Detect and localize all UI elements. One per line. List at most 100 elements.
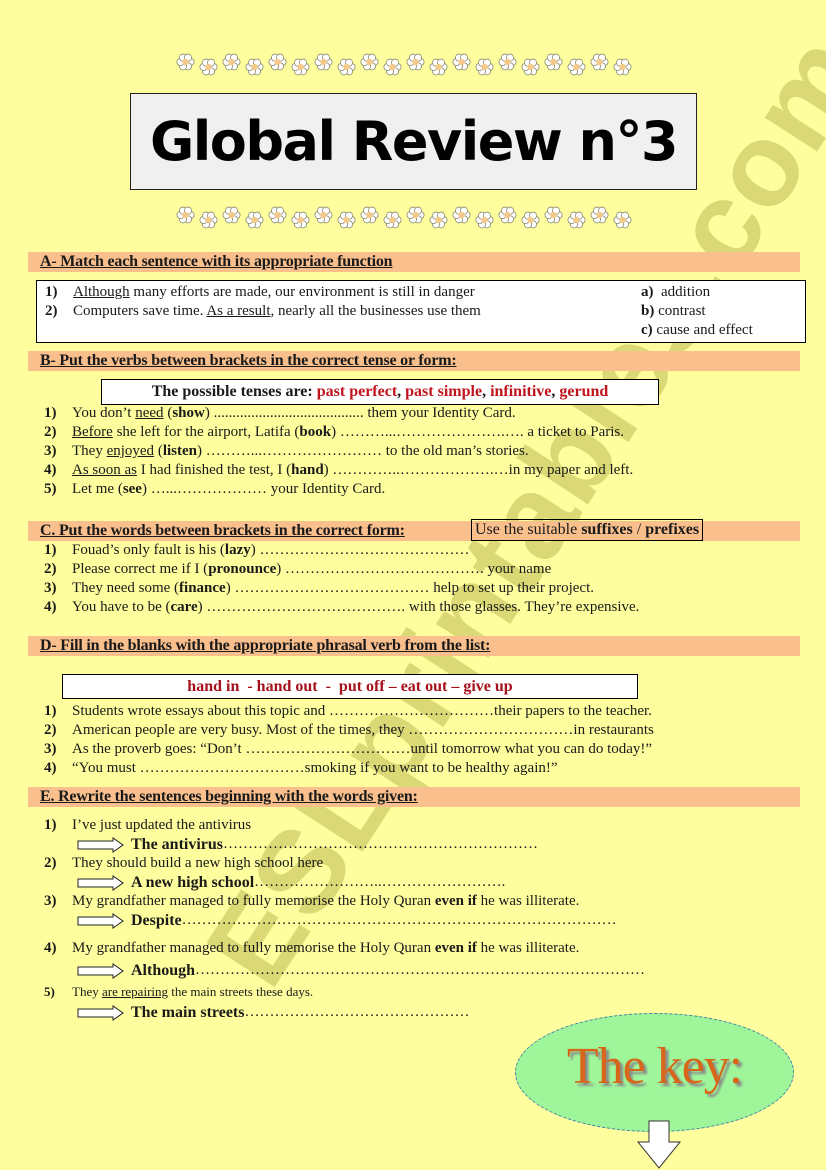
section-e-header: E. Rewrite the sentences beginning with … xyxy=(28,787,800,807)
section-e-item-2: 2) They should build a new high school he… xyxy=(44,854,323,873)
item-number: 1) xyxy=(44,817,57,833)
flower-border-top xyxy=(174,52,644,78)
tense: past simple xyxy=(405,383,483,400)
section-b-item-4: 4) As soon as I had finished the test, I … xyxy=(44,461,633,480)
item-number: 5) xyxy=(44,984,55,999)
flower-icon xyxy=(475,58,494,76)
sentence-text: ) ………...…………………… to the old man’s storie… xyxy=(196,443,529,459)
flower-icon xyxy=(613,58,632,76)
item-number: 2) xyxy=(44,722,57,738)
tenses-box: The possible tenses are: past perfect, p… xyxy=(101,379,659,405)
sentence-text: ) ………………………………… help to set up their pro… xyxy=(225,580,595,596)
sentence-text: You don’t xyxy=(72,405,136,421)
flower-icon xyxy=(314,53,333,71)
sentence-text: ( xyxy=(163,405,173,421)
item-number: 1) xyxy=(44,703,57,719)
sentence-text: ) …………………………………. with those glasses. The… xyxy=(197,599,640,615)
item-number: 3) xyxy=(44,580,57,596)
section-e-answer-4: Although ……………………………………………………………………………… xyxy=(77,961,645,980)
function-letter: b) xyxy=(641,303,655,319)
section-c-item-3: 3) They need some (finance) …………………………………… xyxy=(44,579,594,598)
phrasal-verbs-list: hand in - hand out - put off – eat out –… xyxy=(187,678,513,695)
key-label: The key: xyxy=(566,1038,743,1095)
section-b-header: B- Put the verbs between brackets in the… xyxy=(28,351,800,371)
item-number: 3) xyxy=(44,741,57,757)
sentence-text: ( xyxy=(154,443,163,459)
section-d-item-2: 2) American people are very busy. Most of… xyxy=(44,721,654,740)
sentence-text: My grandfather managed to fully memorise… xyxy=(72,893,435,909)
linker-word: Although xyxy=(73,284,130,300)
section-a-box: 1) Although many efforts are made, our en… xyxy=(36,280,806,343)
flower-icon xyxy=(268,53,287,71)
page-title: Global Review n°3 xyxy=(149,110,679,173)
tense: infinitive xyxy=(490,383,552,400)
section-d-header: D- Fill in the blanks with the appropria… xyxy=(28,636,800,656)
note-text: / xyxy=(632,521,646,538)
flower-icon xyxy=(245,211,264,229)
lead-words: The main streets xyxy=(131,1004,245,1021)
sentence-text: As the proverb goes: “Don’t ……………………………u… xyxy=(72,741,653,757)
flower-border-bottom xyxy=(174,205,644,231)
function-label: addition xyxy=(661,284,711,300)
sentence-text: My grandfather managed to fully memorise… xyxy=(72,940,435,956)
key-callout: The key: xyxy=(515,1013,794,1132)
flower-icon xyxy=(176,206,195,224)
section-c-item-4: 4) You have to be (care) …………………………………. w… xyxy=(44,598,639,617)
right-arrow-icon xyxy=(77,962,131,979)
section-d-item-1: 1) Students wrote essays about this topic… xyxy=(44,702,652,721)
function-c: c) cause and effect xyxy=(641,321,753,340)
tenses-intro: The possible tenses are: xyxy=(151,383,317,400)
flower-icon xyxy=(291,211,310,229)
section-c-heading: C. Put the words between brackets in the… xyxy=(40,522,405,539)
flower-icon xyxy=(360,53,379,71)
sentence-text: ) …………………………………. your name xyxy=(276,561,552,577)
title-box: Global Review n°3 xyxy=(130,93,697,190)
flower-icon xyxy=(544,206,563,224)
verb: book xyxy=(299,424,332,440)
item-number: 2) xyxy=(45,303,58,319)
sentence-text: Students wrote essays about this topic a… xyxy=(72,703,652,719)
sentence-text: Please correct me if I ( xyxy=(72,561,209,577)
section-e-answer-3: Despite …………………………………………………………………………… xyxy=(77,911,617,930)
lead-words: The antivirus xyxy=(131,836,224,853)
sentence-text: ) ......................................… xyxy=(204,405,516,421)
key-word: enjoyed xyxy=(106,443,155,459)
flower-icon xyxy=(291,58,310,76)
item-number: 1) xyxy=(44,405,57,421)
lead-words: Although xyxy=(131,962,196,979)
section-b-item-3: 3) They enjoyed (listen) ………...…………………… t… xyxy=(44,442,529,461)
section-c-note: Use the suitable suffixes / prefixes xyxy=(471,519,704,541)
sentence-text: ) …...……………… your Identity Card. xyxy=(141,481,386,497)
flower-icon xyxy=(199,211,218,229)
answer-blank: …………………………………………………………………………… xyxy=(181,912,617,928)
flower-icon xyxy=(383,211,402,229)
note-bold: prefixes xyxy=(645,521,700,538)
item-number: 4) xyxy=(44,462,57,478)
flower-icon xyxy=(521,211,540,229)
sentence-text: Fouad’s only fault is his ( xyxy=(72,542,225,558)
flower-icon xyxy=(176,53,195,71)
item-number: 2) xyxy=(44,424,57,440)
section-e-answer-2: A new high school ……………………..……………………. xyxy=(77,873,505,892)
verb: show xyxy=(172,405,205,421)
phrasal-verbs-box: hand in - hand out - put off – eat out –… xyxy=(62,674,638,699)
flower-icon xyxy=(452,206,471,224)
word: care xyxy=(170,599,198,615)
flower-icon xyxy=(521,58,540,76)
function-label: cause and effect xyxy=(656,322,753,338)
key-word: are repairing xyxy=(101,984,169,999)
sentence-text: You have to be ( xyxy=(72,599,171,615)
flower-icon xyxy=(567,211,586,229)
word: lazy xyxy=(224,542,251,558)
flower-icon xyxy=(222,53,241,71)
sentence-text: Let me ( xyxy=(72,481,123,497)
flower-icon xyxy=(199,58,218,76)
sentence-text: They should build a new high school here xyxy=(72,855,324,871)
flower-icon xyxy=(337,58,356,76)
section-a-heading: A- Match each sentence with its appropri… xyxy=(40,253,393,270)
sentence-text: she left for the airport, Latifa ( xyxy=(112,424,300,440)
right-arrow-icon xyxy=(77,912,131,929)
right-arrow-icon xyxy=(77,836,131,853)
section-c-item-2: 2) Please correct me if I (pronounce) ………… xyxy=(44,560,551,579)
key-word: even if xyxy=(434,940,477,956)
